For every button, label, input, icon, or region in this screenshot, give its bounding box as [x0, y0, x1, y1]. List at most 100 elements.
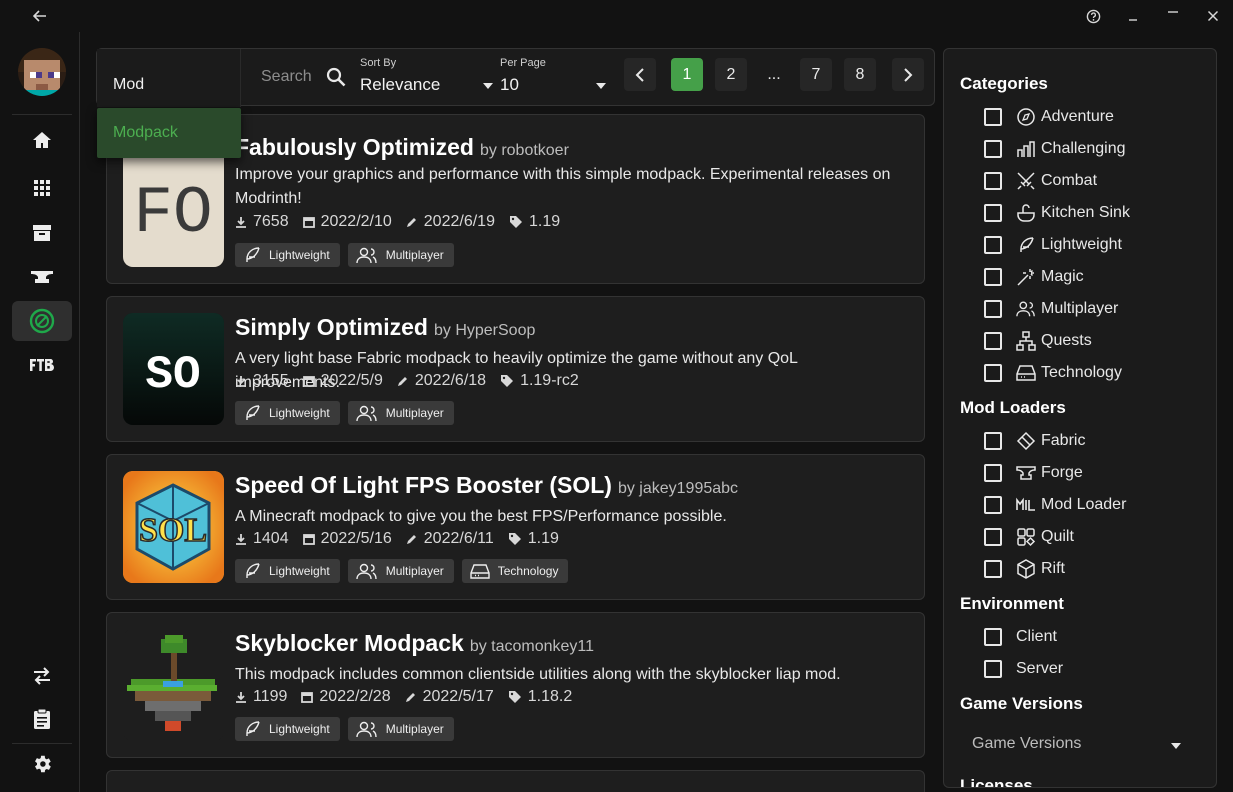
- tag-multiplayer[interactable]: Multiplayer: [347, 401, 454, 425]
- modpack-title[interactable]: Speed Of Light FPS Booster (SOL): [235, 472, 612, 498]
- pencil-icon: [397, 377, 407, 386]
- checkbox[interactable]: [984, 236, 1002, 254]
- sidebar-item-settings[interactable]: [12, 744, 72, 784]
- created-date: 2022/5/9: [320, 372, 383, 389]
- modpack-tags: Lightweight Multiplayer: [235, 401, 462, 425]
- game-version: 1.19: [527, 530, 559, 547]
- page-button-1[interactable]: 1: [671, 58, 703, 91]
- checkbox[interactable]: [984, 464, 1002, 482]
- sidebar-item-instances[interactable]: [12, 168, 72, 208]
- page-button-2[interactable]: 2: [715, 58, 747, 91]
- modpack-card[interactable]: Skyblocker Modpack by tacomonkey11 This m…: [106, 612, 925, 758]
- tag-icon: [508, 533, 521, 545]
- modpack-title[interactable]: Fabulously Optimized: [235, 134, 474, 160]
- checkbox[interactable]: [984, 108, 1002, 126]
- modpack-title-row[interactable]: Simply Optimized by HyperSoop: [235, 314, 535, 341]
- tag-lightweight[interactable]: Lightweight: [235, 401, 340, 425]
- chevron-down-icon[interactable]: [1171, 743, 1181, 749]
- tag-multiplayer[interactable]: Multiplayer: [347, 717, 454, 741]
- tag-lightweight[interactable]: Lightweight: [235, 559, 340, 583]
- ftb-icon: [30, 359, 54, 371]
- filter-adventure[interactable]: Adventure: [984, 105, 1114, 129]
- chevron-down-icon[interactable]: [596, 83, 606, 89]
- mod-loaders-heading: Mod Loaders: [960, 398, 1066, 417]
- prev-page-button[interactable]: [624, 58, 656, 91]
- filter-technology[interactable]: Technology: [984, 361, 1122, 385]
- sidebar-item-modrinth[interactable]: [12, 301, 72, 341]
- modpack-card[interactable]: [106, 770, 925, 792]
- close-icon[interactable]: [1203, 6, 1223, 26]
- checkbox[interactable]: [984, 172, 1002, 190]
- checkbox[interactable]: [984, 364, 1002, 382]
- modpack-title[interactable]: Simply Optimized: [235, 314, 428, 340]
- sidebar-item-swap[interactable]: [12, 656, 72, 696]
- modpack-meta: 1404 2022/5/16 2022/6/11 1.19: [235, 530, 573, 548]
- filter-server[interactable]: Server: [984, 657, 1063, 681]
- modpack-meta: 1199 2022/2/28 2022/5/17 1.18.2: [235, 688, 586, 706]
- tag-multiplayer[interactable]: Multiplayer: [347, 243, 454, 267]
- tag-technology[interactable]: Technology: [461, 559, 569, 583]
- checkbox[interactable]: [984, 496, 1002, 514]
- checkbox[interactable]: [984, 204, 1002, 222]
- filter-combat[interactable]: Combat: [984, 169, 1097, 193]
- checkbox[interactable]: [984, 660, 1002, 678]
- filter-lightweight[interactable]: Lightweight: [984, 233, 1122, 257]
- arrow-left-icon[interactable]: [30, 6, 50, 26]
- chevron-down-icon[interactable]: [483, 83, 493, 89]
- page-button-7[interactable]: 7: [800, 58, 832, 91]
- filter-fabric[interactable]: Fabric: [984, 429, 1085, 453]
- game-versions-select[interactable]: Game Versions: [972, 735, 1081, 753]
- filter-challenging[interactable]: Challenging: [984, 137, 1126, 161]
- updated-date: 2022/6/11: [423, 530, 494, 547]
- filter-multiplayer[interactable]: Multiplayer: [984, 297, 1118, 321]
- sidebar-item-archive[interactable]: [12, 213, 72, 253]
- sidebar-item-forge[interactable]: [12, 257, 72, 297]
- sidebar-item-home[interactable]: [12, 120, 72, 160]
- per-page-select[interactable]: 10: [500, 75, 519, 95]
- search-input[interactable]: Search: [261, 68, 312, 86]
- source-select[interactable]: Mod: [97, 49, 241, 107]
- avatar[interactable]: [18, 48, 66, 96]
- page-button-8[interactable]: 8: [844, 58, 876, 91]
- sidebar-item-clipboard[interactable]: [12, 699, 72, 739]
- checkbox[interactable]: [984, 432, 1002, 450]
- checkbox[interactable]: [984, 560, 1002, 578]
- sort-by-select[interactable]: Relevance: [360, 75, 440, 95]
- download-icon: [236, 692, 246, 703]
- download-icon: [236, 376, 246, 387]
- modpack-title[interactable]: Skyblocker Modpack: [235, 630, 464, 656]
- checkbox[interactable]: [984, 268, 1002, 286]
- filter-quilt[interactable]: Quilt: [984, 525, 1074, 549]
- gear-icon: [35, 755, 51, 773]
- checkbox[interactable]: [984, 300, 1002, 318]
- next-page-button[interactable]: [892, 58, 924, 91]
- modpack-card[interactable]: SO Simply Optimized by HyperSoop A very l…: [106, 296, 925, 442]
- maximize-icon[interactable]: [1163, 6, 1183, 26]
- search-icon[interactable]: [326, 67, 346, 92]
- help-circle-icon[interactable]: [1083, 6, 1103, 26]
- modpack-title-row[interactable]: Speed Of Light FPS Booster (SOL) by jakey…: [235, 472, 738, 499]
- filter-rift[interactable]: Rift: [984, 557, 1065, 581]
- filter-kitchen-sink[interactable]: Kitchen Sink: [984, 201, 1130, 225]
- filter-magic[interactable]: Magic: [984, 265, 1084, 289]
- filter-forge[interactable]: Forge: [984, 461, 1083, 485]
- modpack-title-row[interactable]: Fabulously Optimized by robotkoer: [235, 134, 569, 161]
- filter-client[interactable]: Client: [984, 625, 1057, 649]
- filter-quests[interactable]: Quests: [984, 329, 1092, 353]
- checkbox[interactable]: [984, 140, 1002, 158]
- tag-lightweight[interactable]: Lightweight: [235, 717, 340, 741]
- checkbox[interactable]: [984, 628, 1002, 646]
- tag-multiplayer[interactable]: Multiplayer: [347, 559, 454, 583]
- sidebar-item-ftb[interactable]: [12, 345, 72, 385]
- modpack-card[interactable]: SOL Speed Of Light FPS Booster (SOL) by j…: [106, 454, 925, 600]
- checkbox[interactable]: [984, 332, 1002, 350]
- modpack-description: This modpack includes common clientside …: [235, 666, 841, 683]
- checkbox[interactable]: [984, 528, 1002, 546]
- tag-lightweight[interactable]: Lightweight: [235, 243, 340, 267]
- minimize-icon[interactable]: [1123, 6, 1143, 26]
- modpack-author: by HyperSoop: [433, 322, 536, 339]
- source-dropdown-option-modpack[interactable]: Modpack: [97, 108, 241, 158]
- filter-mod-loader[interactable]: Mod Loader: [984, 493, 1126, 517]
- modpack-meta: 7658 2022/2/10 2022/6/19 1.19: [235, 213, 574, 231]
- modpack-title-row[interactable]: Skyblocker Modpack by tacomonkey11: [235, 630, 594, 657]
